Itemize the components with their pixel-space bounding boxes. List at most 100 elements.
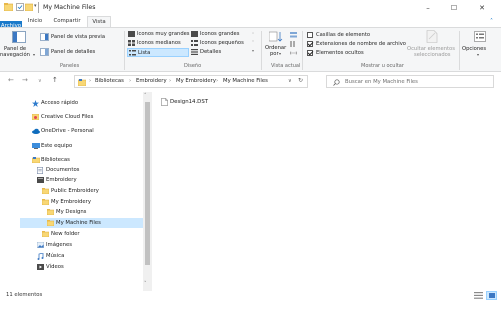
breadcrumb-my-machine-files[interactable]: My Machine Files	[223, 78, 268, 84]
options-button[interactable]: Opciones ▾	[461, 30, 499, 62]
forward-arrow-icon[interactable]: →	[22, 76, 28, 84]
address-dropdown-icon[interactable]: ∨	[288, 78, 292, 84]
item-checkboxes-label: Casillas de elemento	[316, 31, 371, 38]
add-columns-icon[interactable]	[290, 41, 297, 47]
layout-list[interactable]: Lista	[127, 47, 189, 57]
navigation-pane: Acceso rápido Creative Cloud Files OneDr…	[0, 92, 152, 291]
panels-group-title: Paneles	[60, 63, 80, 69]
nav-item-label: My Machine Files	[56, 219, 101, 226]
new-folder-quick-access-icon[interactable]	[25, 3, 33, 11]
breadcrumb-separator-icon: ›	[129, 78, 132, 84]
title-separator	[38, 2, 39, 13]
details-pane-icon	[40, 48, 49, 56]
music-icon	[37, 252, 44, 260]
search-box[interactable]: Buscar en My Machine Files	[326, 75, 494, 88]
sort-by-icon	[269, 31, 283, 42]
layout-details[interactable]: Detalles	[191, 48, 251, 56]
hidden-items-toggle[interactable]: Elementos ocultos	[307, 49, 407, 57]
layout-small-icons[interactable]: Iconos pequeños	[191, 39, 251, 47]
nav-item-music[interactable]: Música	[22, 251, 150, 261]
nav-item-public-embroidery[interactable]: Public Embroidery	[22, 186, 150, 196]
hidden-items-label: Elementos ocultos	[316, 49, 364, 56]
breadcrumb-libraries[interactable]: Bibliotecas	[95, 78, 124, 84]
group-by-icon[interactable]	[290, 32, 297, 38]
close-button[interactable]: ✕	[475, 2, 489, 14]
hidden-items-checkbox[interactable]	[307, 49, 313, 56]
tab-compartir[interactable]: Compartir	[48, 16, 86, 27]
file-extensions-toggle[interactable]: Extensiones de nombre de archivo	[307, 40, 417, 48]
file-item[interactable]: Design14.DST	[159, 97, 219, 107]
file-list: Design14.DST	[152, 92, 501, 291]
nav-item-my-embroidery[interactable]: My Embroidery	[22, 197, 150, 207]
breadcrumb-separator-icon: ›	[89, 78, 92, 84]
tab-inicio[interactable]: Inicio	[23, 16, 47, 27]
breadcrumb-my-embroidery[interactable]: My Embroidery	[176, 78, 216, 84]
computer-icon	[32, 142, 40, 149]
address-box[interactable]: › Bibliotecas › Embroidery › My Embroide…	[74, 75, 308, 88]
nav-item-label: New folder	[51, 230, 80, 237]
nav-item-creative-cloud[interactable]: Creative Cloud Files	[22, 112, 150, 122]
nav-item-quick-access[interactable]: Acceso rápido	[22, 98, 150, 108]
properties-quick-access-icon[interactable]	[16, 3, 24, 11]
nav-item-videos[interactable]: Vídeos	[22, 262, 150, 272]
layout-option-label: Iconos muy grandes	[137, 30, 190, 37]
ribbon-separator	[302, 31, 303, 70]
nav-item-documents[interactable]: Documentos	[22, 165, 150, 175]
scroll-down-icon[interactable]: ˅	[144, 281, 147, 287]
libraries-icon	[32, 156, 40, 163]
item-checkboxes-checkbox[interactable]	[307, 31, 313, 38]
hide-selected-items-button[interactable]: Ocultar elementos seleccionados	[407, 30, 457, 62]
ribbon: Panel de navegación ▾ Panel de vista pre…	[0, 27, 501, 72]
refresh-icon[interactable]: ↻	[298, 77, 303, 84]
layout-large-icons[interactable]: Iconos grandes	[191, 30, 251, 38]
nav-item-pictures[interactable]: Imágenes	[22, 240, 150, 250]
show-hide-group-title: Mostrar u ocultar	[361, 63, 404, 69]
nav-item-my-designs[interactable]: My Designs	[22, 207, 150, 217]
small-icons-icon	[191, 40, 198, 46]
list-view-icon	[129, 49, 136, 56]
file-extensions-checkbox[interactable]	[307, 40, 313, 47]
nav-item-new-folder[interactable]: New folder	[22, 229, 150, 239]
layout-extra-large-icons[interactable]: Iconos muy grandes	[128, 30, 198, 38]
search-icon	[333, 78, 340, 86]
ribbon-expand-icon[interactable]: ˄	[490, 18, 493, 25]
navigation-pane-button[interactable]: Panel de navegación ▾	[0, 29, 38, 61]
scrollbar-thumb[interactable]	[145, 102, 150, 265]
breadcrumb-embroidery[interactable]: Embroidery	[136, 78, 167, 84]
nav-item-this-pc[interactable]: Este equipo	[22, 141, 150, 151]
nav-item-label: Imágenes	[46, 241, 72, 248]
nav-item-embroidery[interactable]: Embroidery	[22, 175, 150, 185]
nav-item-label: Este equipo	[41, 142, 73, 149]
details-pane-button[interactable]: Panel de detalles	[40, 48, 120, 57]
hide-selected-items-icon	[426, 30, 438, 43]
creative-cloud-folder-icon	[32, 113, 39, 120]
size-columns-icon[interactable]	[290, 50, 297, 56]
preview-pane-button[interactable]: Panel de vista previa	[40, 33, 120, 42]
large-icons-icon	[191, 31, 198, 37]
large-icons-view-toggle[interactable]	[486, 291, 497, 300]
navigation-pane-scrollbar[interactable]: ˄ ˅	[143, 92, 152, 291]
item-checkboxes-toggle[interactable]: Casillas de elemento	[307, 31, 407, 39]
layout-scroll-arrows[interactable]: ˄ ˅ ▾	[252, 31, 254, 55]
customize-quick-access-dropdown-icon[interactable]: ▾	[34, 3, 37, 9]
maximize-button[interactable]: ☐	[447, 2, 461, 14]
hide-selected-items-label-2: seleccionados	[414, 52, 451, 58]
minimize-button[interactable]: –	[421, 2, 435, 14]
sort-by-button[interactable]: Ordenar por ▾	[264, 30, 288, 62]
item-count: 11 elementos	[6, 292, 43, 298]
nav-item-my-machine-files[interactable]: My Machine Files	[20, 218, 143, 228]
options-icon	[474, 31, 486, 42]
scroll-up-icon[interactable]: ˄	[144, 93, 147, 99]
layout-option-label: Iconos grandes	[200, 30, 240, 37]
back-arrow-icon[interactable]: ←	[8, 76, 14, 84]
tab-vista[interactable]: Vista	[87, 16, 111, 27]
details-view-toggle-icon[interactable]	[474, 292, 483, 299]
nav-item-onedrive[interactable]: OneDrive - Personal	[22, 126, 150, 136]
recent-locations-dropdown-icon[interactable]: ∨	[38, 78, 42, 84]
up-arrow-icon[interactable]: ↑	[52, 76, 58, 84]
nav-item-libraries[interactable]: Bibliotecas	[22, 155, 150, 165]
folder-icon	[42, 198, 49, 205]
layout-medium-icons[interactable]: Iconos medianos	[128, 39, 190, 47]
sort-by-label-2: por	[270, 51, 279, 57]
large-icons-view-icon	[488, 293, 495, 298]
